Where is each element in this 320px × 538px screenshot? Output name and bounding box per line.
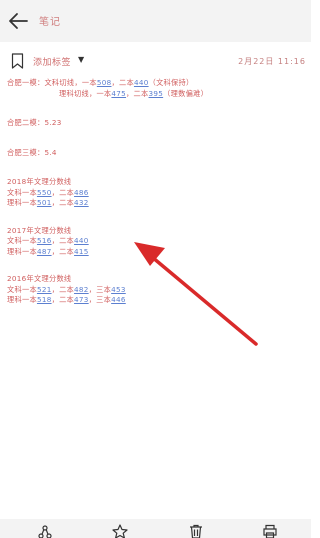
chevron-down-icon[interactable]: ▼ <box>78 55 84 64</box>
page-title: 笔记 <box>39 17 61 28</box>
share-icon[interactable] <box>37 524 53 538</box>
star-icon[interactable] <box>112 524 128 538</box>
back-arrow-icon[interactable] <box>7 9 29 33</box>
note-line: 理科一本518，二本473，三本446 <box>7 295 126 304</box>
tag-row: 添加标签 ▼ 2月22日 11:16 <box>0 49 311 71</box>
trash-icon[interactable] <box>188 524 204 538</box>
note-line: 2018年文理分数线 <box>7 177 72 186</box>
note-line: 2016年文理分数线 <box>7 274 72 283</box>
bottom-toolbar <box>0 519 311 538</box>
add-tag-button[interactable]: 添加标签 <box>33 55 71 68</box>
bookmark-icon[interactable] <box>11 53 24 69</box>
note-line: 理科一本487，二本415 <box>7 246 89 256</box>
note-line: 2017年文理分数线 <box>7 225 72 235</box>
top-bar: 笔记 <box>0 0 311 42</box>
print-icon[interactable] <box>262 524 278 538</box>
note-line: 文科一本550，二本486 <box>7 187 89 197</box>
note-line: 理科一本501，二本432 <box>7 198 89 207</box>
note-line: 文科一本516，二本440 <box>7 236 89 245</box>
note-datetime: 2月22日 11:16 <box>238 57 306 66</box>
note-line: 合肥二模：5.23 <box>7 118 62 127</box>
note-line: 理科切线，一本475，二本395（理数偏难） <box>59 88 209 98</box>
note-line: 文科一本521，二本482，三本453 <box>7 284 126 294</box>
note-line: 合肥一模：文科切线，一本508，二本440（文科保持） <box>7 78 194 87</box>
note-line: 合肥三模：5.4 <box>7 147 57 157</box>
note-content[interactable]: 合肥一模：文科切线，一本508，二本440（文科保持） 理科切线，一本475，二… <box>7 78 307 306</box>
